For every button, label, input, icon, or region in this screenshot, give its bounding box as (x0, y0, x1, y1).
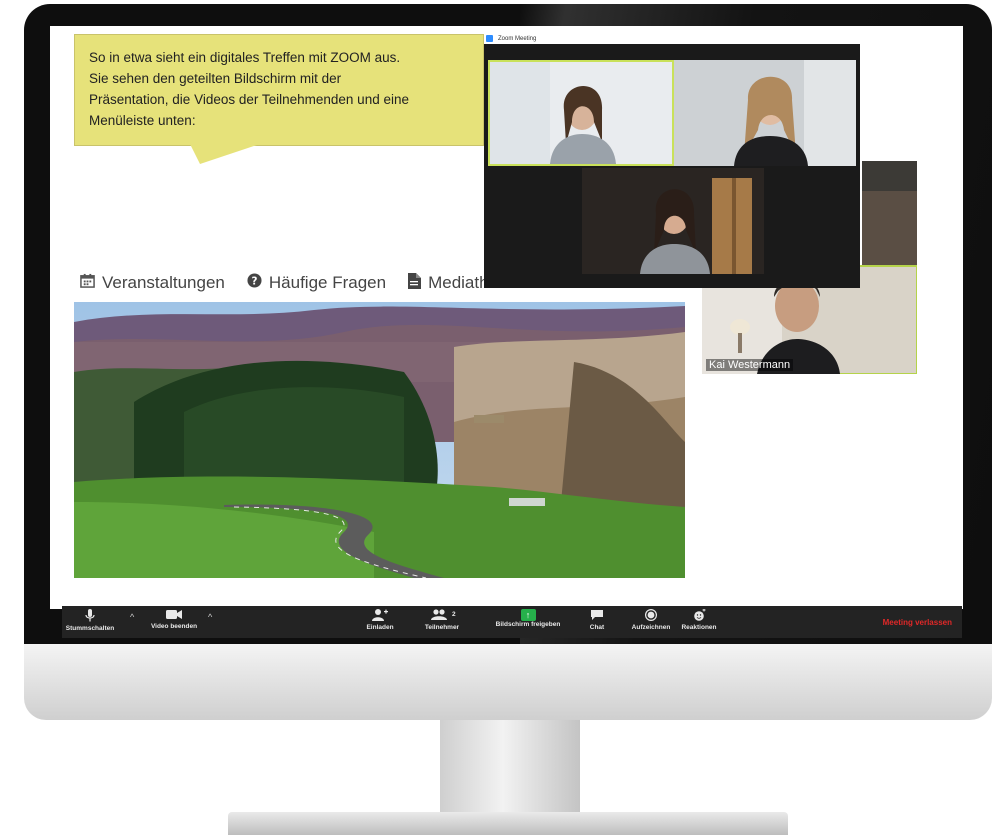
nav-events-link[interactable]: Veranstaltungen (80, 273, 225, 293)
mute-label: Stummschalten (65, 625, 115, 632)
monitor-stand-base (228, 812, 788, 835)
document-icon (408, 272, 422, 294)
svg-text:?: ? (251, 275, 257, 287)
question-circle-icon: ? (247, 273, 262, 293)
participants-button[interactable]: 2 Teilnehmer (418, 609, 466, 631)
audio-options-chevron-up-icon[interactable]: ^ (130, 612, 134, 622)
record-label: Aufzeichnen (631, 624, 671, 631)
share-screen-label: Bildschirm freigeben (495, 621, 561, 628)
monitor-stand-neck (440, 720, 580, 815)
bubble-line: Präsentation, die Videos der Teilnehmend… (89, 92, 409, 107)
stop-video-button[interactable]: Video beenden (144, 609, 204, 630)
participant-video-tile[interactable] (582, 168, 764, 274)
invite-label: Einladen (366, 624, 394, 631)
add-person-icon (360, 609, 400, 624)
bubble-line: Menüleiste unten: (89, 113, 196, 128)
nav-faq-link[interactable]: ? Häufige Fragen (247, 273, 386, 293)
screen: So in etwa sieht ein digitales Treffen m… (50, 26, 963, 609)
monitor-chin (24, 644, 992, 720)
mute-button[interactable]: Stummschalten (64, 609, 116, 632)
chat-label: Chat (589, 624, 605, 631)
bubble-line: So in etwa sieht ein digitales Treffen m… (89, 50, 401, 65)
video-options-chevron-up-icon[interactable]: ^ (208, 612, 212, 622)
chat-bubble-icon (584, 609, 610, 624)
reactions-label: Reaktionen (681, 624, 717, 631)
participant-video-tile[interactable] (488, 60, 674, 166)
reactions-button[interactable]: Reaktionen (676, 608, 722, 631)
participants-count-badge: 2 (452, 611, 456, 618)
zoom-gallery-window[interactable]: Zoom Meeting (484, 34, 860, 288)
smiley-plus-icon (676, 608, 722, 624)
landscape-photo (74, 302, 685, 578)
participants-icon: 2 (418, 609, 466, 624)
record-icon (626, 608, 676, 624)
participant-name-label: Kai Westermann (706, 359, 794, 371)
stop-video-label: Video beenden (150, 623, 198, 630)
participant-video-tile[interactable] (674, 60, 856, 166)
record-button[interactable]: Aufzeichnen (626, 608, 676, 631)
zoom-app-icon (486, 35, 493, 42)
nav-events-label: Veranstaltungen (102, 273, 225, 292)
zoom-window-title: Zoom Meeting (498, 36, 537, 42)
participants-label: Teilnehmer (424, 624, 460, 631)
bubble-line: Sie sehen den geteilten Bildschirm mit d… (89, 71, 342, 86)
site-nav: Veranstaltungen ? Häufige Fragen Mediath… (80, 271, 507, 295)
share-screen-button[interactable]: ↑ Bildschirm freigeben (486, 609, 570, 628)
chat-button[interactable]: Chat (584, 609, 610, 631)
calendar-icon (80, 273, 95, 293)
zoom-window-titlebar[interactable]: Zoom Meeting (484, 34, 860, 44)
microphone-icon (64, 609, 116, 625)
meeting-toolbar: Stummschalten ^ Video beenden ^ Einladen… (62, 606, 962, 638)
invite-button[interactable]: Einladen (360, 609, 400, 631)
speech-bubble: So in etwa sieht ein digitales Treffen m… (74, 34, 484, 146)
video-camera-icon (144, 609, 204, 623)
share-screen-icon: ↑ (520, 609, 536, 621)
nav-faq-label: Häufige Fragen (268, 273, 387, 292)
leave-meeting-button[interactable]: Meeting verlassen (883, 618, 952, 627)
speech-bubble-tail (190, 144, 260, 164)
